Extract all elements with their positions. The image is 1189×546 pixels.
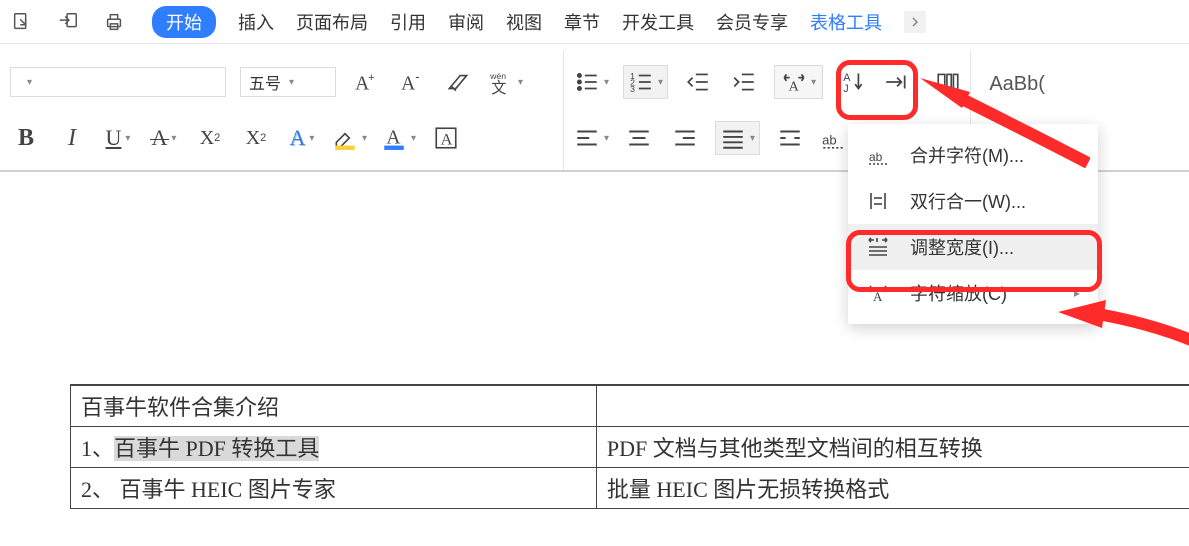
svg-text:-: - xyxy=(415,69,419,84)
bold-button[interactable]: B xyxy=(10,121,42,155)
tab-start[interactable]: 开始 xyxy=(152,6,216,38)
style-preview-text: AaBb( xyxy=(989,73,1045,96)
tab-more-button[interactable] xyxy=(904,11,926,33)
menu-fit-width-label: 调整宽度(I)... xyxy=(910,234,1014,260)
align-justify-button[interactable]: ▾ xyxy=(715,121,760,155)
menu-merge-chars[interactable]: ab 合并字符(M)... xyxy=(848,132,1098,178)
tab-member[interactable]: 会员专享 xyxy=(716,9,788,35)
table-row[interactable]: 2、 百事牛 HEIC 图片专家 批量 HEIC 图片无损转换格式 xyxy=(71,468,1189,509)
align-right-button[interactable] xyxy=(669,121,701,155)
svg-text:ab: ab xyxy=(869,150,883,164)
strikethrough-button[interactable]: A▾ xyxy=(148,121,180,155)
paste-special-icon[interactable] xyxy=(6,5,38,39)
menu-char-scale-label: 字符缩放(C) xyxy=(910,280,1007,306)
tab-layout[interactable]: 页面布局 xyxy=(296,9,368,35)
cell-text: 批量 HEIC 图片无损转换格式 xyxy=(607,477,889,502)
table-cell[interactable]: 2、 百事牛 HEIC 图片专家 xyxy=(71,468,597,509)
table-cell[interactable]: 批量 HEIC 图片无损转换格式 xyxy=(596,468,1189,509)
align-center-button[interactable] xyxy=(623,121,655,155)
sort-button[interactable]: AJ xyxy=(837,65,869,99)
svg-text:A: A xyxy=(789,79,800,95)
svg-text:A: A xyxy=(401,74,415,95)
menu-two-line-label: 双行合一(W)... xyxy=(910,188,1026,214)
bullets-button[interactable]: ▾ xyxy=(574,65,609,99)
selected-text: 百事牛 PDF 转换工具 xyxy=(114,436,319,461)
svg-text:+: + xyxy=(368,72,374,84)
two-line-icon xyxy=(866,189,890,213)
print-icon[interactable] xyxy=(98,5,130,39)
clear-format-button[interactable] xyxy=(442,65,474,99)
svg-text:3: 3 xyxy=(630,84,635,94)
merge-chars-icon: ab xyxy=(866,143,890,167)
tab-dev[interactable]: 开发工具 xyxy=(622,9,694,35)
menu-merge-chars-label: 合并字符(M)... xyxy=(910,142,1024,168)
table-row[interactable]: 1、百事牛 PDF 转换工具 PDF 文档与其他类型文档间的相互转换 xyxy=(71,427,1189,468)
decrease-indent-button[interactable] xyxy=(682,65,714,99)
tab-chapter[interactable]: 章节 xyxy=(564,9,600,35)
svg-text:A: A xyxy=(355,74,369,95)
table-cell[interactable]: 1、百事牛 PDF 转换工具 xyxy=(71,427,597,468)
menu-char-scale[interactable]: A 字符缩放(C) ▸ xyxy=(848,270,1098,316)
svg-text:A: A xyxy=(441,131,453,149)
show-marks-button[interactable] xyxy=(932,65,964,99)
tab-review[interactable]: 审阅 xyxy=(448,9,484,35)
superscript-button[interactable]: X2 xyxy=(194,121,226,155)
table-row[interactable]: 百事牛软件合集介绍 xyxy=(71,386,1189,427)
import-icon[interactable] xyxy=(52,5,84,39)
italic-button[interactable]: I xyxy=(56,121,88,155)
tab-bar: 开始 插入 页面布局 引用 审阅 视图 章节 开发工具 会员专享 表格工具 xyxy=(0,0,1189,44)
subscript-button[interactable]: X2 xyxy=(240,121,272,155)
phonetic-guide-button[interactable]: wén文 ▾ xyxy=(488,65,523,99)
shrink-font-button[interactable]: A- xyxy=(396,65,428,99)
highlight-button[interactable]: ▾ xyxy=(332,121,367,155)
tab-settings-button[interactable]: ▾ xyxy=(883,65,918,99)
asian-layout-menu: ab 合并字符(M)... 双行合一(W)... 调整宽度(I)... A 字符… xyxy=(848,124,1098,324)
tab-table-tools[interactable]: 表格工具 xyxy=(810,9,882,35)
tab-insert[interactable]: 插入 xyxy=(238,9,274,35)
menu-fit-width[interactable]: 调整宽度(I)... xyxy=(848,224,1098,270)
numbering-button[interactable]: 123 ▾ xyxy=(623,65,668,99)
cell-text: 1、 xyxy=(81,436,114,461)
document-page: 百事牛软件合集介绍 1、百事牛 PDF 转换工具 PDF 文档与其他类型文档间的… xyxy=(70,384,1189,509)
underline-button[interactable]: U▾ xyxy=(102,121,134,155)
text-effects-button[interactable]: A▾ xyxy=(286,121,318,155)
table-cell[interactable]: PDF 文档与其他类型文档间的相互转换 xyxy=(596,427,1189,468)
table-cell[interactable]: 百事牛软件合集介绍 xyxy=(71,386,597,427)
document-table[interactable]: 百事牛软件合集介绍 1、百事牛 PDF 转换工具 PDF 文档与其他类型文档间的… xyxy=(70,385,1189,509)
svg-text:J: J xyxy=(843,83,848,95)
cell-text: 2、 百事牛 HEIC 图片专家 xyxy=(81,477,336,502)
svg-text:文: 文 xyxy=(491,80,506,95)
asian-layout-button[interactable]: A ▾ xyxy=(774,65,823,99)
svg-text:A: A xyxy=(873,289,883,304)
table-cell[interactable] xyxy=(596,386,1189,427)
increase-indent-button[interactable] xyxy=(728,65,760,99)
ribbon-group-font: ▾ 五号 ▾ A+ A- wén文 ▾ B I U▾ A▾ xyxy=(4,50,564,170)
quick-access-toolbar xyxy=(6,5,130,39)
menu-two-line[interactable]: 双行合一(W)... xyxy=(848,178,1098,224)
fit-width-icon xyxy=(866,235,890,259)
char-scale-icon: A xyxy=(866,281,890,305)
tab-reference[interactable]: 引用 xyxy=(390,9,426,35)
font-size-value: 五号 xyxy=(249,70,281,94)
font-color-button[interactable]: A ▾ xyxy=(381,121,416,155)
cell-text: PDF 文档与其他类型文档间的相互转换 xyxy=(607,436,983,461)
submenu-arrow-icon: ▸ xyxy=(1074,286,1080,300)
tab-view[interactable]: 视图 xyxy=(506,9,542,35)
align-left-button[interactable]: ▾ xyxy=(574,121,609,155)
cell-text: 百事牛软件合集介绍 xyxy=(81,395,279,420)
distribute-button[interactable] xyxy=(774,121,806,155)
svg-text:ab: ab xyxy=(822,133,836,148)
svg-text:A: A xyxy=(386,127,400,148)
character-border-button[interactable]: A xyxy=(430,121,462,155)
grow-font-button[interactable]: A+ xyxy=(350,65,382,99)
font-name-combo[interactable]: ▾ xyxy=(10,67,226,97)
font-size-combo[interactable]: 五号 ▾ xyxy=(240,67,336,97)
